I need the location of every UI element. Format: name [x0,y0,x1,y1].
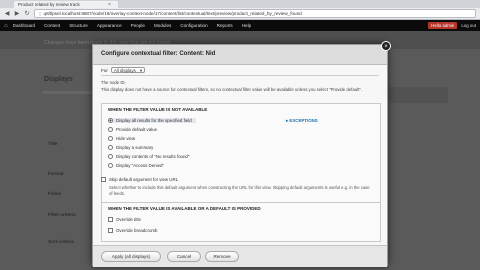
logout-link[interactable]: Log out [461,23,476,28]
skip-default-checkbox[interactable]: Skip default argument for view URL [101,177,178,182]
radio-icon [108,154,113,159]
toolbar-item-help[interactable]: Help [242,23,251,28]
radio-icon [108,163,113,168]
radio-option[interactable]: Display contents of "No results found" [108,154,189,159]
skip-default-description: Select whether to include this default a… [109,185,370,196]
radio-option[interactable]: Provide default value [108,127,157,132]
radio-option[interactable]: Display all results for the specified fi… [108,118,196,123]
fieldset-legend: WHEN THE FILTER VALUE IS AVAILABLE OR A … [108,206,261,211]
url-input[interactable]: ▯ q8/tlpsel.localhost:8887/node/18/overla… [34,9,476,18]
apply-button[interactable]: Apply (all displays) [101,251,161,262]
close-icon[interactable]: × [381,41,391,51]
radio-icon [108,127,113,132]
radio-label: Display all results for the specified fi… [116,118,192,123]
radio-label: Display contents of "No results found" [116,154,190,159]
display-tab [42,91,92,94]
radio-option[interactable]: Display a summary [108,145,153,150]
skip-default-label: Skip default argument for view URL [109,177,179,182]
toolbar-item-structure[interactable]: Structure [69,23,88,28]
tab-title: Product related by review track [18,2,80,7]
exceptions-toggle[interactable]: ▸ EXCEPTIONS [286,118,318,124]
browser-tab-bar: Product related by review track × [0,0,480,8]
forward-icon[interactable]: ▶ [14,10,20,17]
bg-label-format: Format [48,171,64,176]
toolbar-item-modules[interactable]: Modules [154,23,171,28]
toolbar-item-dashboard[interactable]: Dashboard [13,23,35,28]
checkbox-icon [108,228,113,233]
toolbar-item-configuration[interactable]: Configuration [180,23,207,28]
cancel-button[interactable]: Cancel [167,251,201,262]
admin-toolbar: ⌂ Dashboard Content Structure Appearance… [0,20,480,31]
for-row: For All displays ▾ [101,67,146,73]
dialog-button-bar: Apply (all displays) Cancel Remove [93,245,387,267]
toolbar-item-reports[interactable]: Reports [217,23,233,28]
dialog-title: Configure contextual filter: Content: Ni… [101,51,216,57]
for-label: For [101,67,108,73]
displays-title: Displays [44,76,73,83]
home-icon[interactable]: ⌂ [4,23,8,29]
fieldset-legend: WHEN THE FILTER VALUE IS NOT AVAILABLE [108,107,208,112]
checkbox-label: Override breadcrumb [116,228,158,233]
user-greeting[interactable]: Hello admin [428,22,458,29]
address-bar-row: ◀ ▶ ↻ ▯ q8/tlpsel.localhost:8887/node/18/… [0,8,480,20]
dialog-header: Configure contextual filter: Content: Ni… [93,45,387,65]
reload-icon[interactable]: ↻ [24,10,30,17]
tab-close-icon[interactable]: × [108,2,111,8]
override-breadcrumb-checkbox[interactable]: Override breadcrumb [108,228,157,233]
checkbox-label: Override title [116,217,141,222]
background-panel [388,87,448,103]
chevron-down-icon: ▾ [139,68,143,73]
page-icon: ▯ [39,11,42,16]
checkbox-icon [101,177,106,182]
checkbox-icon [108,217,113,222]
toolbar-item-appearance[interactable]: Appearance [97,23,122,28]
override-title-checkbox[interactable]: Override title [108,217,141,222]
toolbar-item-content[interactable]: Content [44,23,60,28]
radio-label: Hide view [116,136,136,141]
radio-icon [108,145,113,150]
radio-option[interactable]: Display "Access Denied" [108,163,164,168]
url-text: q8/tlpsel.localhost:8887/node/18/overlay… [43,11,302,16]
no-source-notice: This display does not have a source for … [101,87,363,92]
bg-label-filter: Filter criteria [48,212,76,217]
divider [101,75,379,76]
radio-label: Provide default value [116,127,158,132]
bg-label-sort: Sort criteria [48,239,74,244]
radio-option[interactable]: Hide view [108,136,135,141]
bg-label-title: Title [48,141,58,146]
for-select[interactable]: All displays ▾ [110,67,146,73]
filter-available-fieldset: WHEN THE FILTER VALUE IS AVAILABLE OR A … [101,202,381,242]
toolbar-item-people[interactable]: People [131,23,145,28]
for-select-value: All displays [113,68,136,73]
radio-label: Display a summary [116,145,154,150]
remove-button[interactable]: Remove [205,251,239,262]
browser-tab[interactable]: Product related by review track × [14,1,118,8]
node-id-description: The node ID. [101,80,126,85]
radio-icon [108,136,113,141]
bg-label-fields: Fields [48,191,62,196]
radio-label: Display "Access Denied" [116,163,165,168]
contextual-filter-dialog: Configure contextual filter: Content: Ni… [92,41,391,267]
back-icon[interactable]: ◀ [4,10,10,17]
radio-selected-icon [108,118,113,123]
